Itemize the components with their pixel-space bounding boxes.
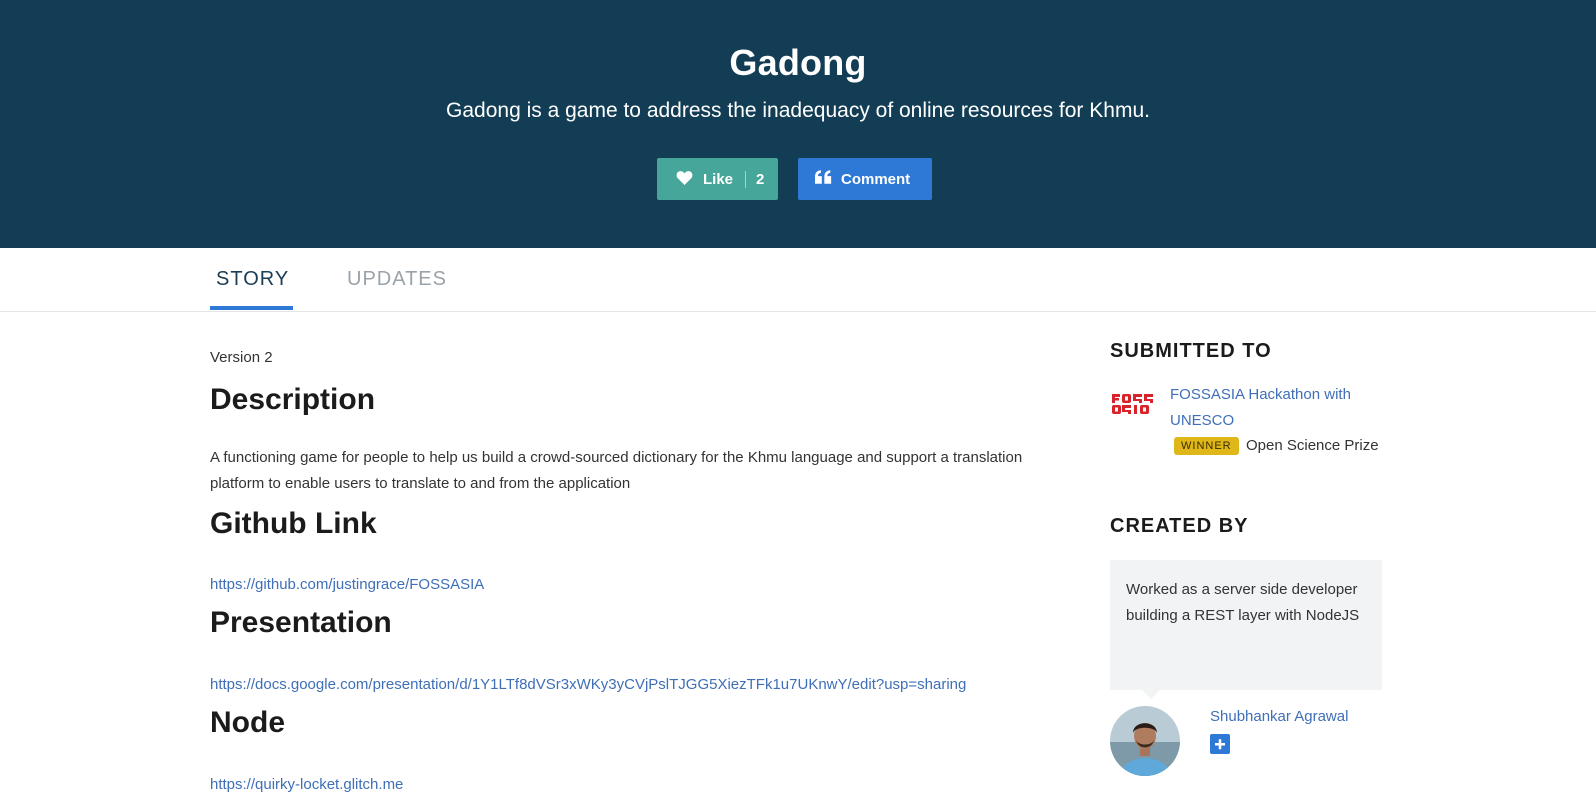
bio-pointer xyxy=(1142,690,1160,699)
winner-badge: WINNER xyxy=(1174,437,1239,455)
plus-icon xyxy=(1210,739,1230,758)
comment-button[interactable]: Comment xyxy=(798,158,932,200)
tab-updates[interactable]: UPDATES xyxy=(347,268,447,291)
creator-bio: Worked as a server side developer buildi… xyxy=(1110,560,1382,690)
presentation-heading: Presentation xyxy=(210,606,392,639)
like-button[interactable]: Like 2 xyxy=(657,158,778,200)
description-heading: Description xyxy=(210,383,376,416)
github-heading: Github Link xyxy=(210,507,377,540)
project-title: Gadong xyxy=(729,42,867,83)
quote-icon xyxy=(815,170,832,188)
hackathon-link[interactable]: FOSSASIA Hackathon with UNESCO xyxy=(1170,382,1382,434)
version-label: Version 2 xyxy=(210,349,273,366)
presentation-link[interactable]: https://docs.google.com/presentation/d/1… xyxy=(210,676,966,693)
creator-name[interactable]: Shubhankar Agrawal xyxy=(1210,708,1348,725)
heart-icon xyxy=(676,170,693,189)
project-tabs: STORY UPDATES xyxy=(0,248,1596,312)
follow-button[interactable] xyxy=(1210,734,1230,754)
node-heading: Node xyxy=(210,706,285,739)
like-divider xyxy=(745,170,747,188)
like-count: 2 xyxy=(756,170,765,188)
active-tab-indicator xyxy=(210,306,293,310)
comment-label: Comment xyxy=(841,170,911,188)
created-by-heading: CREATED BY xyxy=(1110,515,1249,537)
fossasia-logo[interactable] xyxy=(1110,392,1158,416)
like-label: Like xyxy=(703,170,734,188)
project-tagline: Gadong is a game to address the inadequa… xyxy=(446,99,1150,122)
node-link[interactable]: https://quirky-locket.glitch.me xyxy=(210,776,403,793)
tab-story[interactable]: STORY xyxy=(216,268,289,291)
avatar[interactable] xyxy=(1110,706,1180,776)
project-header: Gadong Gadong is a game to address the i… xyxy=(0,0,1596,248)
submitted-to-heading: SUBMITTED TO xyxy=(1110,340,1272,362)
description-text: A functioning game for people to help us… xyxy=(210,449,1023,492)
github-link[interactable]: https://github.com/justingrace/FOSSASIA xyxy=(210,576,484,593)
